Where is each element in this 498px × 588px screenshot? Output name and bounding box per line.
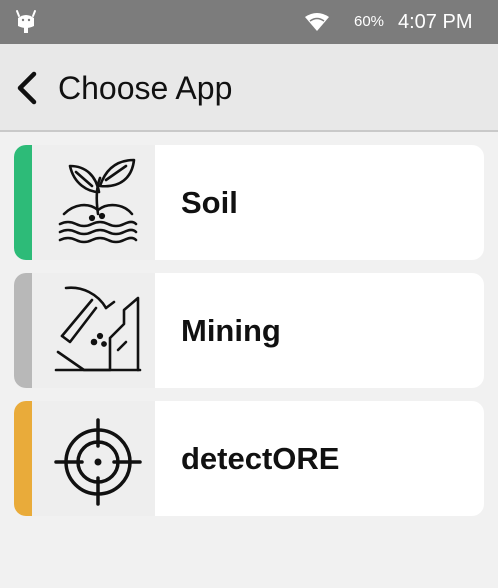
app-label-detectore: detectORE xyxy=(181,441,340,476)
page-title: Choose App xyxy=(58,70,233,106)
pickaxe-icon xyxy=(54,286,142,372)
clock: 4:07 PM xyxy=(398,11,473,33)
accent-bar xyxy=(14,273,32,388)
back-button[interactable] xyxy=(8,66,48,110)
app-icon-container xyxy=(32,401,155,516)
accent-bar xyxy=(14,401,32,516)
wifi-icon xyxy=(304,12,330,32)
app-header: Choose App xyxy=(0,44,498,132)
chevron-left-icon xyxy=(17,71,37,105)
app-label-soil: Soil xyxy=(181,185,238,220)
battery-level: 60% xyxy=(354,13,385,30)
app-card-detectore[interactable]: detectORE xyxy=(14,401,484,516)
plant-icon xyxy=(58,158,138,244)
app-card-soil[interactable]: Soil xyxy=(14,145,484,260)
app-label-mining: Mining xyxy=(181,313,281,348)
status-bar: 60% 4:07 PM xyxy=(0,0,498,44)
android-icon xyxy=(14,8,38,36)
app-list: Soil Mining detectORE xyxy=(14,145,484,529)
app-icon-container xyxy=(32,145,155,260)
app-icon-container xyxy=(32,273,155,388)
accent-bar xyxy=(14,145,32,260)
crosshair-icon xyxy=(54,418,142,506)
app-card-mining[interactable]: Mining xyxy=(14,273,484,388)
